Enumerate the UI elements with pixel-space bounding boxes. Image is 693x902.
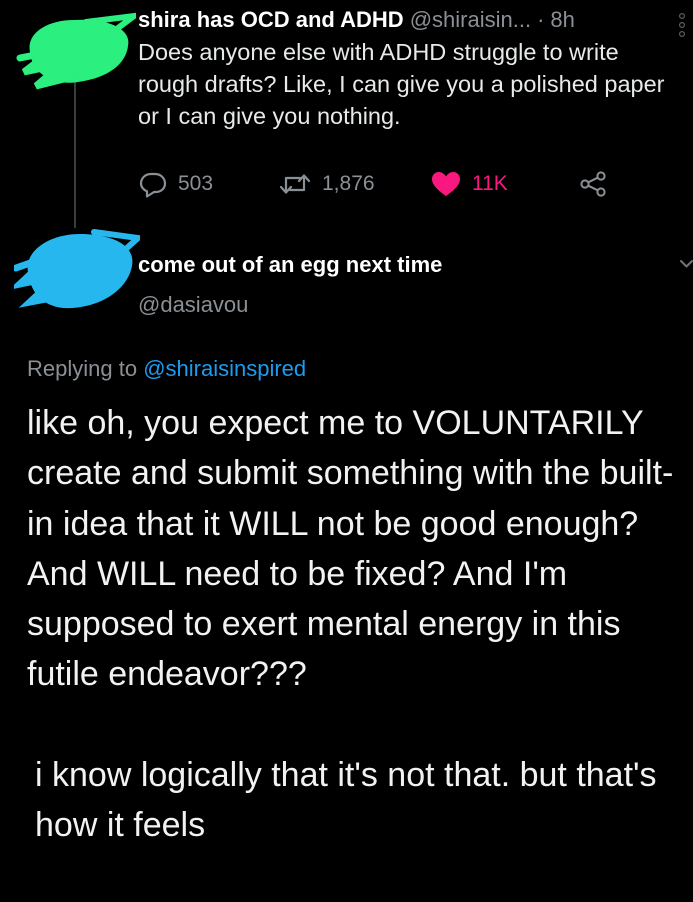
share-icon (580, 171, 606, 197)
reply-display-name[interactable]: come out of an egg next time (138, 250, 442, 280)
reply-button[interactable]: 503 (138, 166, 213, 202)
more-options-icon[interactable] (678, 12, 686, 38)
tweet-header: shira has OCD and ADHD @shiraisin... · 8… (138, 4, 678, 36)
thread-connector-line (74, 78, 76, 228)
replying-to-label: Replying to (27, 356, 138, 381)
chevron-down-icon[interactable] (680, 258, 693, 270)
reply-tweet-header: come out of an egg next time @dasiavou (138, 250, 442, 320)
reply-paragraph-1: like oh, you expect me to VOLUNTARILY cr… (27, 404, 674, 694)
reply-count: 503 (178, 172, 214, 195)
display-name[interactable]: shira has OCD and ADHD (138, 4, 404, 36)
avatar-reply-author[interactable] (14, 226, 140, 316)
mention-link[interactable]: @shiraisinspired (143, 356, 306, 381)
user-handle[interactable]: @shiraisin... (410, 4, 531, 36)
separator-dot: · (537, 7, 545, 32)
replying-to-line: Replying to @shiraisinspired (27, 353, 306, 385)
timestamp[interactable]: 8h (550, 4, 574, 36)
heart-filled-icon (432, 172, 460, 196)
retweet-icon (279, 174, 311, 194)
tweet-action-bar: 503 1,876 11K (138, 166, 618, 202)
like-button[interactable]: 11K (430, 166, 508, 202)
reply-tweet-text: like oh, you expect me to VOLUNTARILY cr… (27, 398, 677, 850)
share-button[interactable] (578, 166, 608, 202)
original-tweet[interactable]: shira has OCD and ADHD @shiraisin... · 8… (138, 4, 686, 132)
reply-bubble-icon (139, 172, 167, 198)
avatar-original-author[interactable] (16, 12, 136, 92)
tweet-text: Does anyone else with ADHD struggle to w… (138, 39, 665, 129)
retweet-button[interactable]: 1,876 (278, 166, 375, 202)
reply-paragraph-2: i know logically that it's not that. but… (35, 755, 657, 845)
retweet-count: 1,876 (322, 172, 375, 195)
reply-user-handle[interactable]: @dasiavou (138, 290, 442, 320)
like-count: 11K (472, 172, 508, 195)
